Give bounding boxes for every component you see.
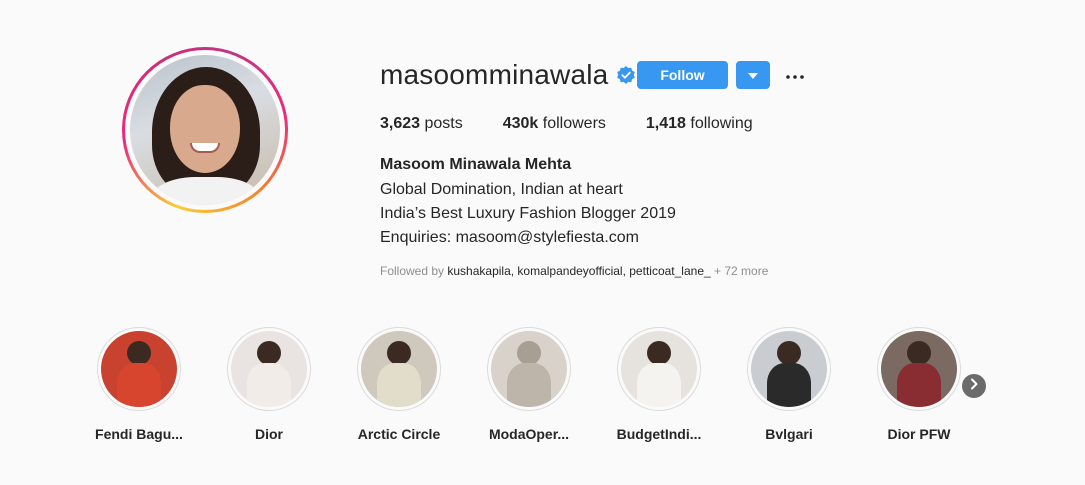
highlight-cover [101,331,177,407]
suggested-dropdown-button[interactable] [736,61,770,89]
followed-by-link[interactable]: Followed by kushakapila, komalpandeyoffi… [380,264,768,278]
following-link[interactable]: 1,418 following [646,115,753,133]
story-highlight[interactable]: ModaOper... [469,327,589,442]
highlight-label: ModaOper... [488,426,570,442]
caret-down-icon [748,66,758,84]
profile-username: masoomminawala [380,59,609,90]
story-highlight[interactable]: Fendi Bagu... [79,327,199,442]
story-highlight[interactable]: Dior PFW [859,327,979,442]
story-highlight[interactable]: BudgetIndi... [599,327,719,442]
profile-stats: 3,623 posts 430k followers 1,418 followi… [380,115,793,133]
highlight-label: Dior PFW [887,426,951,442]
profile-avatar-story-ring[interactable] [122,47,288,213]
highlight-cover [621,331,697,407]
followers-link[interactable]: 430k followers [503,115,606,133]
story-highlight[interactable]: Arctic Circle [339,327,459,442]
profile-page: masoomminawala Follow 3,623 posts 430k f… [0,0,1085,485]
story-highlight[interactable]: Dior [209,327,329,442]
bio-line: Global Domination, Indian at heart [380,181,623,198]
username-row: masoomminawala [380,58,636,92]
bio-line: Enquiries: masoom@stylefiesta.com [380,229,639,246]
chevron-right-icon [969,377,979,395]
highlight-label: Arctic Circle [357,426,441,442]
highlights-next-button[interactable] [962,374,986,398]
profile-full-name: Masoom Minawala Mehta [380,156,572,173]
highlight-cover [881,331,957,407]
story-highlight[interactable]: Bvlgari [729,327,849,442]
highlight-label: Dior [255,426,283,442]
highlight-cover [361,331,437,407]
follow-button[interactable]: Follow [637,61,728,89]
verified-badge-icon [616,65,636,85]
followed-by-names: kushakapila, komalpandeyofficial, pettic… [447,264,711,278]
more-options-button[interactable] [783,63,807,87]
highlight-label: Fendi Bagu... [95,426,183,442]
highlight-cover [231,331,307,407]
highlight-label: BudgetIndi... [616,426,702,442]
more-dots-icon [786,66,804,84]
highlight-cover [491,331,567,407]
avatar [130,55,280,205]
bio-line: India’s Best Luxury Fashion Blogger 2019 [380,205,676,222]
highlight-label: Bvlgari [765,426,813,442]
highlight-cover [751,331,827,407]
posts-stat: 3,623 posts [380,115,463,132]
